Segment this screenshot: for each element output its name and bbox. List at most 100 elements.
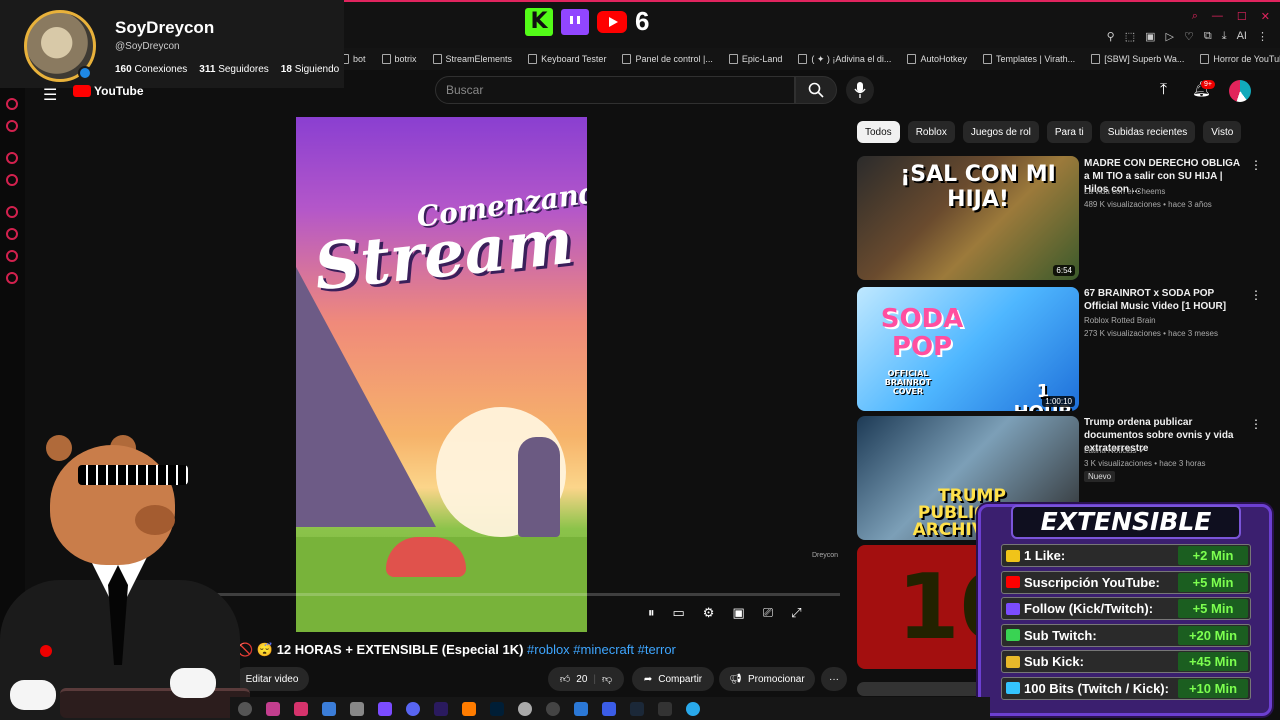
rail-icon[interactable] <box>6 120 18 132</box>
rec-thumbnail-2[interactable]: SODA POP OFFICIAL BRAINROT COVER 1 HOUR … <box>857 287 1079 411</box>
avatar-glove-left <box>10 680 56 710</box>
user-avatar[interactable] <box>1229 80 1251 102</box>
chip-todos[interactable]: Todos <box>857 121 900 143</box>
extensible-row-label: 1 Like: <box>1024 548 1066 563</box>
bookmark-item[interactable]: botrix <box>382 54 417 64</box>
taskbar-app-icon[interactable] <box>294 701 308 716</box>
voice-search-button[interactable] <box>846 76 874 104</box>
youtube-home-logo[interactable]: YouTube <box>73 84 144 98</box>
hamburger-menu-icon[interactable]: ☰ <box>43 85 57 105</box>
rail-icon[interactable] <box>6 152 18 164</box>
obs-icon[interactable] <box>546 701 560 716</box>
bookmark-item[interactable]: Horror de YouTub... <box>1200 54 1280 64</box>
crop-icon[interactable]: ⬚ <box>1125 30 1135 43</box>
close-icon[interactable]: ✕ <box>1261 10 1270 23</box>
extensions-icon[interactable]: ⧉ <box>1204 30 1212 43</box>
extensible-panel: EXTENSIBLE 1 Like: +2 Min Suscripción YouT… <box>978 504 1272 716</box>
bookmark-item[interactable]: Keyboard Tester <box>528 54 606 64</box>
cast-icon[interactable]: ⎚ <box>763 605 773 621</box>
taskbar-app-icon[interactable] <box>574 701 588 716</box>
promote-button[interactable]: 📢︎ Promocionar <box>719 667 815 691</box>
premiere-icon[interactable] <box>434 701 448 716</box>
telegram-icon[interactable] <box>686 701 700 716</box>
taskbar-app-icon[interactable] <box>350 701 364 716</box>
rail-icon[interactable] <box>6 98 18 110</box>
maximize-icon[interactable]: ☐ <box>1237 10 1247 23</box>
window-controls[interactable]: ⌕ — ☐ ✕ <box>1192 10 1270 23</box>
like-icon[interactable]: 👍︎ <box>560 673 570 685</box>
rec-meta-2: 273 K visualizaciones • hace 3 meses <box>1084 329 1218 338</box>
more-actions-button[interactable]: ··· <box>821 667 847 691</box>
illustrator-icon[interactable] <box>462 701 476 716</box>
rail-icon[interactable] <box>6 228 18 240</box>
ai-icon[interactable]: AI <box>1237 30 1247 43</box>
promote-label: Promocionar <box>748 673 805 685</box>
video-hashtags[interactable]: #roblox #minecraft #terror <box>527 642 676 657</box>
extensible-row-label: 100 Bits (Twitch / Kick): <box>1024 680 1169 696</box>
taskbar-app-icon[interactable] <box>658 701 672 716</box>
pin-icon[interactable]: ⚲ <box>1107 30 1115 43</box>
profile-card: SoyDreycon @SoyDreycon 160 Conexiones 31… <box>0 0 344 88</box>
rail-icon[interactable] <box>6 174 18 186</box>
chip-para-ti[interactable]: Para ti <box>1046 121 1092 143</box>
taskbar-app-icon[interactable] <box>266 701 280 716</box>
video-progress-bar[interactable] <box>130 593 840 596</box>
taskbar-app-icon[interactable] <box>602 701 616 716</box>
rec-channel-2[interactable]: Roblox Rotted Brain <box>1084 316 1156 325</box>
bookmark-item[interactable]: [SBW] Superb Wa... <box>1091 54 1184 64</box>
taskbar-app-icon[interactable] <box>378 701 392 716</box>
discord-icon[interactable] <box>406 701 420 716</box>
bookmark-item[interactable]: ( ✦ ) ¡Adivina el di... <box>798 54 891 65</box>
photoshop-icon[interactable] <box>490 701 504 716</box>
search-icon[interactable]: ⌕ <box>1192 10 1198 23</box>
search-input[interactable]: Buscar <box>435 76 795 104</box>
record-indicator-icon <box>40 645 52 657</box>
subtitles-icon[interactable]: ▭ <box>673 605 685 621</box>
extensible-row-icon <box>1006 549 1020 562</box>
taskbar-app-icon[interactable] <box>518 701 532 716</box>
bookmark-item[interactable]: Templates | Virath... <box>983 54 1075 64</box>
extensible-row-label: Follow (Kick/Twitch): <box>1024 601 1154 616</box>
rec-more-icon[interactable]: ⋮ <box>1250 158 1262 172</box>
rec-thumbnail-1[interactable]: ¡SAL CON MI HIJA! 6:54 <box>857 156 1079 280</box>
viewer-count: 6 <box>635 6 650 36</box>
bookmark-item[interactable]: StreamElements <box>433 54 513 64</box>
miniplayer-icon[interactable]: ▣ <box>732 605 744 621</box>
rec-more-icon[interactable]: ⋮ <box>1250 288 1262 302</box>
bookmark-item[interactable]: AutoHotkey <box>907 54 967 64</box>
search-button[interactable] <box>795 76 837 104</box>
taskbar-app-icon[interactable] <box>238 701 252 716</box>
rec-channel-1[interactable]: La vida con el Cheems <box>1084 187 1165 196</box>
video-player[interactable]: Comenzando Stream <box>296 117 587 632</box>
rec-title-2[interactable]: 67 BRAINROT x SODA POP Official Music Vi… <box>1084 287 1244 313</box>
dislike-icon[interactable]: 👎︎ <box>602 673 612 685</box>
chip-visto[interactable]: Visto <box>1203 121 1242 143</box>
chip-juegos-de-rol[interactable]: Juegos de rol <box>962 121 1039 143</box>
rec-more-icon[interactable]: ⋮ <box>1250 417 1262 431</box>
followers-stat: 311 Seguidores <box>199 64 269 75</box>
bookmark-item[interactable]: Panel de control |... <box>622 54 712 64</box>
verified-badge-icon <box>78 66 92 80</box>
chip-subidas-recientes[interactable]: Subidas recientes <box>1099 121 1196 143</box>
play-icon[interactable]: ▷ <box>1166 30 1174 43</box>
screenshot-icon[interactable]: ▣ <box>1145 30 1155 43</box>
menu-icon[interactable]: ⋮ <box>1257 30 1268 43</box>
upload-icon[interactable]: ⤒ <box>1160 81 1167 99</box>
rail-icon[interactable] <box>6 206 18 218</box>
rail-icon[interactable] <box>6 272 18 284</box>
minimize-icon[interactable]: — <box>1212 10 1223 23</box>
taskbar-app-icon[interactable] <box>322 701 336 716</box>
share-button[interactable]: ➦ Compartir <box>632 667 714 691</box>
settings-gear-icon[interactable]: ⚙ <box>703 605 715 621</box>
rec-channel-3[interactable]: Latina Noticias ✔ <box>1084 446 1145 455</box>
fullscreen-icon[interactable]: ⤢ <box>791 605 801 621</box>
download-icon[interactable]: ⤓ <box>1222 30 1227 43</box>
rail-icon[interactable] <box>6 250 18 262</box>
heart-icon[interactable]: ♡ <box>1184 30 1194 43</box>
steam-icon[interactable] <box>630 701 644 716</box>
chip-roblox[interactable]: Roblox <box>907 121 955 143</box>
pause-icon[interactable]: ⏸ <box>648 605 655 621</box>
bookmark-item[interactable]: Epic-Land <box>729 54 783 64</box>
video-overlay-title-large: Stream <box>310 203 577 306</box>
connections-stat: 160 Conexiones <box>115 64 188 75</box>
